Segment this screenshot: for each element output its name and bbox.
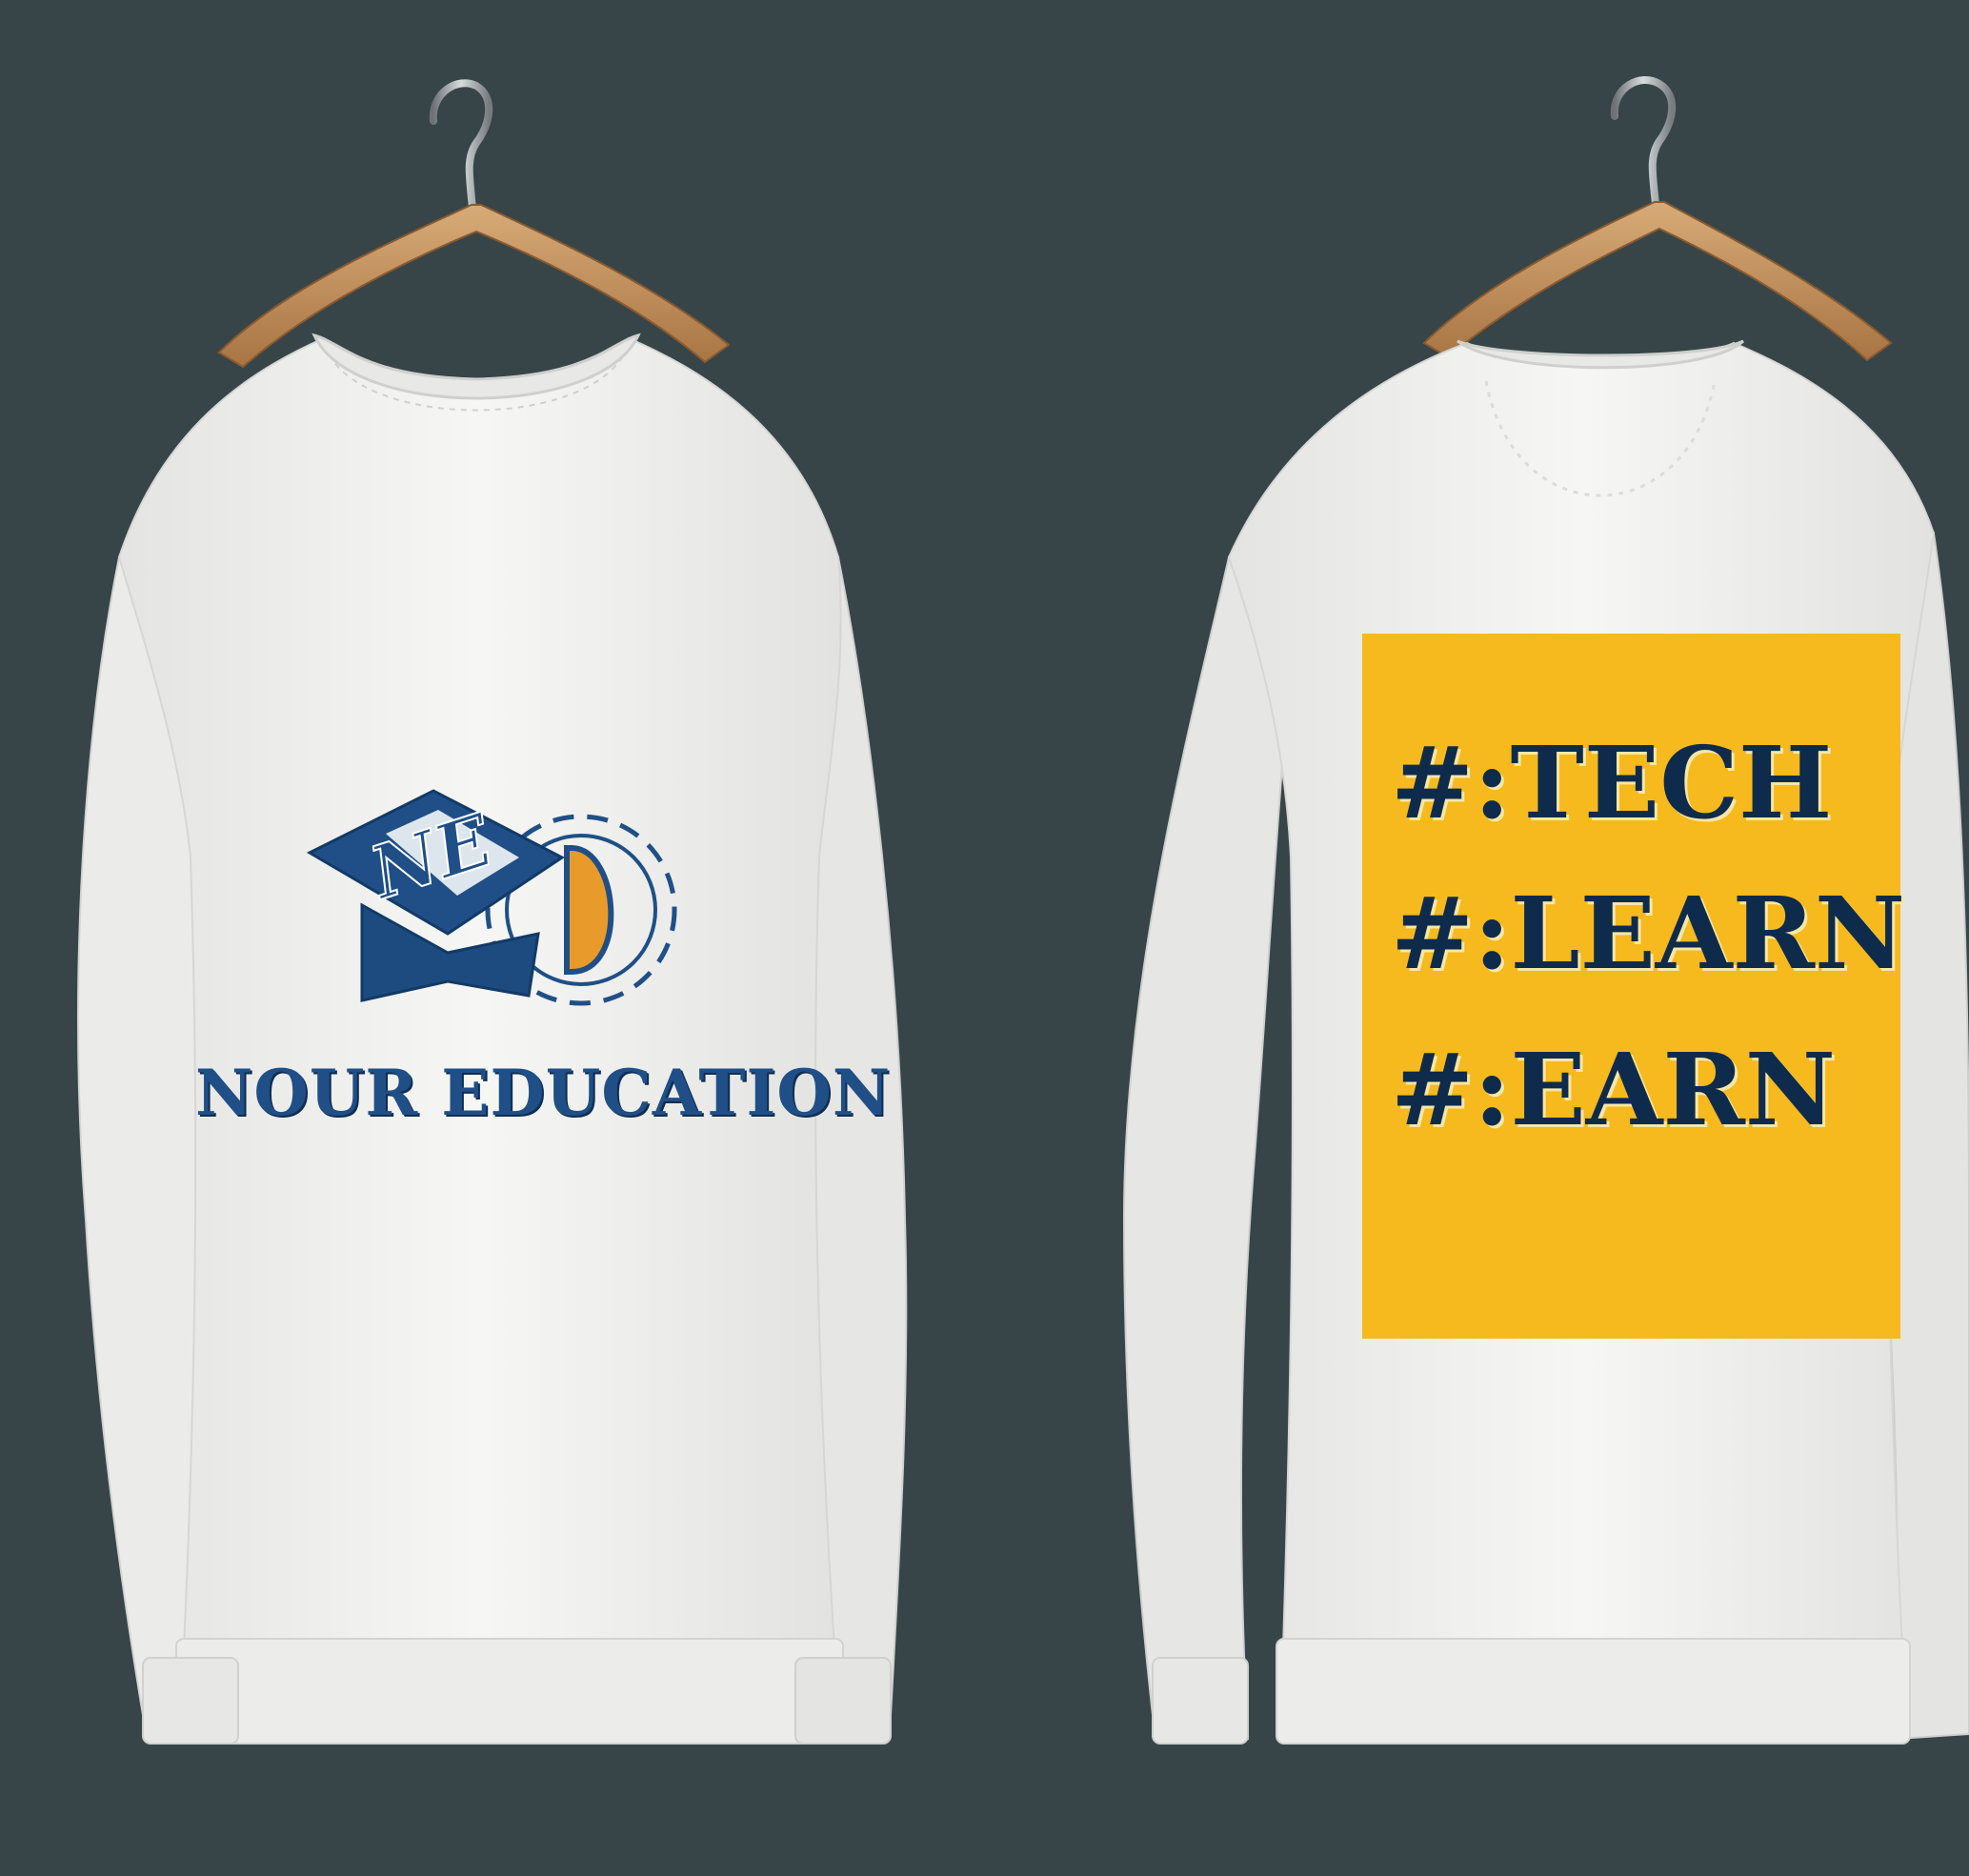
front-body (117, 336, 842, 1735)
right-hanger (1422, 76, 1893, 362)
scene: NE NOUR EDUCATION #:TECH #:LEARN #:EARN (0, 0, 1969, 1872)
front-right-cuff (794, 1657, 892, 1745)
front-left-cuff (142, 1657, 239, 1745)
back-tag-learn: #:LEARN (1391, 875, 1906, 992)
left-hanger-hook (429, 79, 493, 212)
right-hanger-wood (1422, 201, 1893, 362)
right-hanger-hook (1610, 76, 1677, 208)
left-hanger (217, 79, 731, 369)
back-left-cuff (1152, 1657, 1249, 1745)
back-left-sleeve (1122, 555, 1297, 1741)
front-waistband (175, 1638, 844, 1745)
front-sweatshirt (77, 333, 908, 1745)
brand-name: NOUR EDUCATION (195, 1056, 892, 1130)
left-hanger-wood (217, 204, 731, 369)
back-waistband (1276, 1638, 1911, 1745)
back-tag-earn: #:EARN (1391, 1031, 1836, 1148)
back-tag-tech: #:TECH (1391, 724, 1833, 841)
